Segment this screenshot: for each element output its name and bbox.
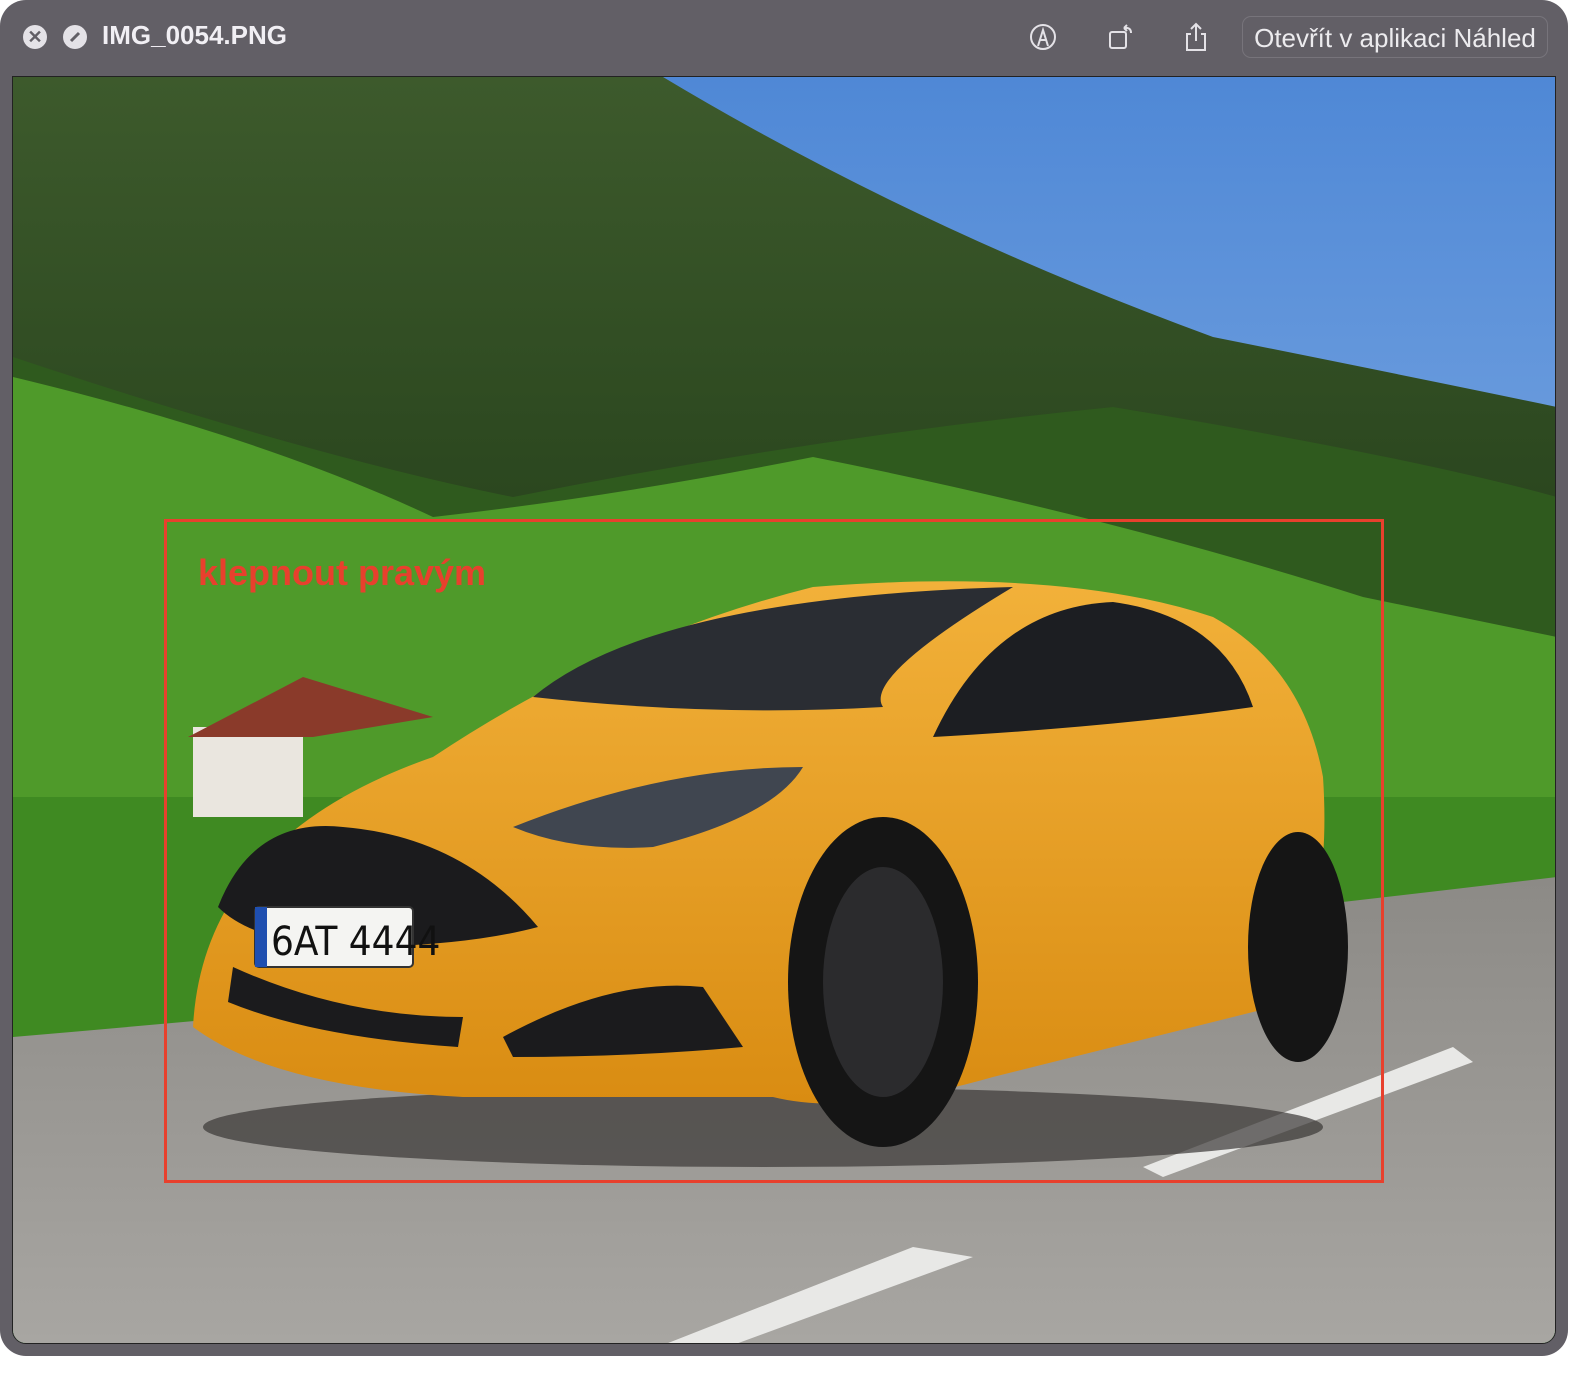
close-button[interactable]: ✕ (23, 25, 47, 49)
annotation-rectangle (164, 519, 1384, 1183)
markup-icon (1030, 24, 1056, 50)
share-button[interactable] (1179, 20, 1213, 54)
close-icon: ✕ (27, 27, 43, 47)
markup-button[interactable] (1026, 20, 1060, 54)
fullscreen-icon (69, 31, 81, 43)
window-title: IMG_0054.PNG (102, 20, 287, 50)
annotation-label: klepnout pravým (198, 552, 487, 593)
quick-look-window: ✕ IMG_0054.PNG Otevřít v aplikaci Náhled (0, 0, 1568, 1356)
rotate-icon (1109, 24, 1132, 49)
title-bar: ✕ IMG_0054.PNG Otevřít v aplikaci Náhled (0, 0, 1568, 74)
open-in-preview-button[interactable]: Otevřít v aplikaci Náhled (1242, 16, 1548, 58)
rotate-button[interactable] (1104, 20, 1138, 54)
fullscreen-button[interactable] (63, 25, 87, 49)
share-icon (1186, 22, 1206, 51)
